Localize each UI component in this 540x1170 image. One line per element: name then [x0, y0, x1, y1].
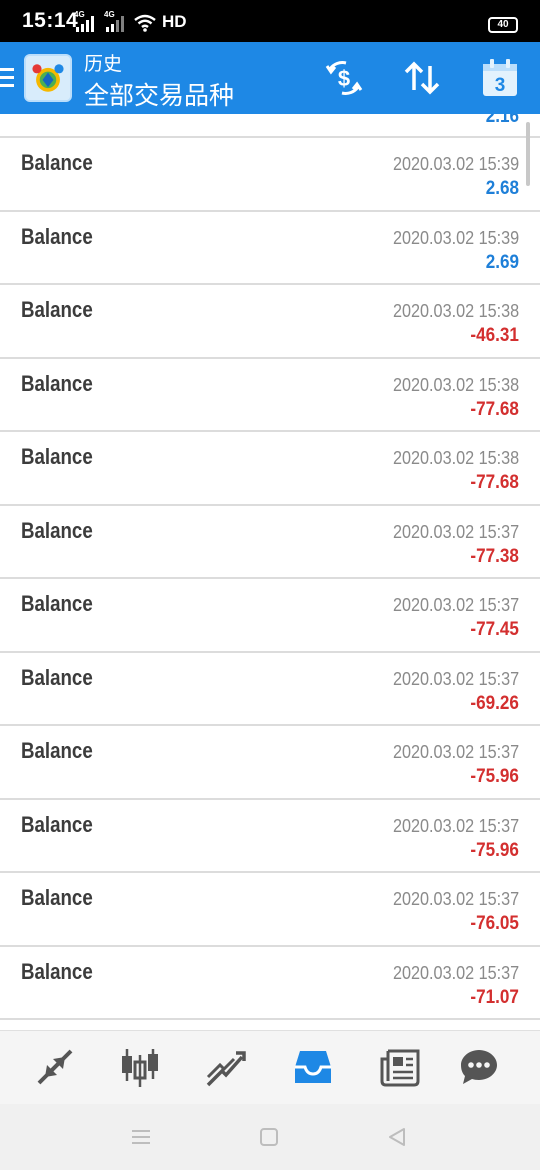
row-amount: -69.26: [470, 692, 519, 714]
status-time: 15:14: [22, 9, 79, 32]
calendar-day: 3: [495, 75, 506, 96]
row-amount: -77.68: [470, 472, 519, 493]
network-type-2: 4G: [104, 10, 115, 19]
row-time: 2020.03.02 15:39: [392, 154, 519, 174]
row-amount: 2.69: [485, 251, 519, 273]
app-header: 历史 全部交易品种 $ 3: [0, 42, 540, 114]
svg-text:$: $: [338, 66, 350, 91]
row-amount: -75.96: [470, 839, 519, 861]
list-item[interactable]: Balance 2020.03.02 15:37 -69.26: [0, 653, 540, 726]
row-title: Balance: [21, 223, 93, 249]
list-item[interactable]: Balance 2020.03.02 15:38 -77.68: [0, 359, 540, 432]
app-logo[interactable]: [24, 54, 72, 102]
news-icon[interactable]: [378, 1045, 422, 1089]
signal-icon: 4G: [74, 10, 94, 32]
row-time: 2020.03.02 15:37: [392, 668, 519, 689]
quotes-icon[interactable]: [33, 1045, 77, 1089]
back-icon[interactable]: [386, 1126, 408, 1148]
app-logo-icon: [26, 56, 70, 100]
row-time: 2020.03.02 15:37: [392, 889, 519, 909]
row-amount: 2.68: [485, 178, 519, 199]
row-time: 2020.03.02 15:39: [392, 227, 519, 248]
row-time: 2020.03.02 15:37: [392, 962, 519, 983]
row-amount: -77.68: [470, 398, 519, 420]
row-time: 2020.03.02 15:38: [392, 374, 519, 395]
row-title: Balance: [21, 738, 93, 763]
history-list[interactable]: 2.16 Balance 2020.03.02 15:39 2.68 Balance 2…: [0, 114, 540, 1032]
list-item[interactable]: Balance 2020.03.02 15:39 2.69: [0, 212, 540, 285]
row-amount: -71.07: [470, 986, 519, 1008]
row-title: Balance: [21, 885, 93, 910]
list-item[interactable]: Balance 2020.03.02 15:37 -76.05: [0, 873, 540, 947]
calendar-icon[interactable]: 3: [478, 56, 522, 100]
dollar-exchange-icon[interactable]: $: [322, 56, 366, 100]
status-icons: 4G 4G HD: [74, 10, 187, 32]
list-item[interactable]: Balance 2020.03.02 15:39 2.68: [0, 138, 540, 212]
list-item[interactable]: Balance 2020.03.02 15:37 -75.96: [0, 726, 540, 800]
system-nav-bar: [0, 1104, 540, 1170]
symbol-filter[interactable]: 全部交易品种: [84, 76, 234, 112]
list-item[interactable]: Balance 2020.03.02 15:37 -77.45: [0, 579, 540, 653]
list-item[interactable]: Balance 2020.03.02 15:37 -71.07: [0, 947, 540, 1020]
chat-icon[interactable]: [457, 1045, 501, 1089]
row-amount: -46.31: [470, 325, 519, 346]
row-time: 2020.03.02 15:38: [392, 448, 519, 468]
status-bar: 15:14 4G 4G HD 40: [0, 0, 540, 42]
wifi-icon: [134, 14, 156, 32]
row-title: Balance: [21, 444, 93, 469]
row-amount: -77.38: [470, 545, 519, 567]
row-title: Balance: [21, 664, 93, 690]
list-item[interactable]: 2.16: [0, 114, 540, 138]
menu-icon[interactable]: [0, 68, 14, 88]
row-amount: -75.96: [470, 766, 519, 787]
home-icon[interactable]: [258, 1126, 280, 1148]
row-title: Balance: [21, 370, 93, 396]
bottom-nav: [0, 1030, 540, 1104]
row-title: Balance: [21, 811, 93, 837]
row-time: 2020.03.02 15:37: [392, 595, 519, 615]
battery-icon: 40: [488, 17, 518, 33]
page-title: 历史: [84, 54, 123, 75]
list-item[interactable]: Balance 2020.03.02 15:38 -77.68: [0, 432, 540, 506]
row-time: 2020.03.02 15:37: [392, 742, 519, 762]
row-title: Balance: [21, 591, 93, 616]
row-title: Balance: [21, 517, 93, 543]
hd-indicator: HD: [162, 12, 187, 31]
row-title: Balance: [21, 297, 93, 322]
trade-icon[interactable]: [204, 1045, 248, 1089]
signal-icon: 4G: [104, 10, 124, 32]
row-amount: -76.05: [470, 913, 519, 934]
recents-icon[interactable]: [130, 1126, 152, 1148]
battery-level: 40: [497, 19, 509, 30]
network-type-1: 4G: [74, 10, 85, 19]
sort-icon[interactable]: [400, 56, 444, 100]
chart-icon[interactable]: [118, 1045, 162, 1089]
row-time: 2020.03.02 15:37: [392, 815, 519, 836]
row-amount: -77.45: [470, 619, 519, 640]
row-amount: 2.16: [485, 114, 519, 127]
row-title: Balance: [21, 150, 93, 175]
row-title: Balance: [21, 958, 93, 984]
list-item[interactable]: Balance 2020.03.02 15:37 -77.38: [0, 506, 540, 579]
list-item[interactable]: Balance 2020.03.02 15:37 -75.96: [0, 800, 540, 873]
row-time: 2020.03.02 15:38: [392, 301, 519, 321]
list-item[interactable]: Balance 2020.03.02 15:38 -46.31: [0, 285, 540, 359]
row-time: 2020.03.02 15:37: [392, 521, 519, 542]
scrollbar[interactable]: [526, 122, 530, 186]
history-icon[interactable]: [291, 1045, 335, 1089]
